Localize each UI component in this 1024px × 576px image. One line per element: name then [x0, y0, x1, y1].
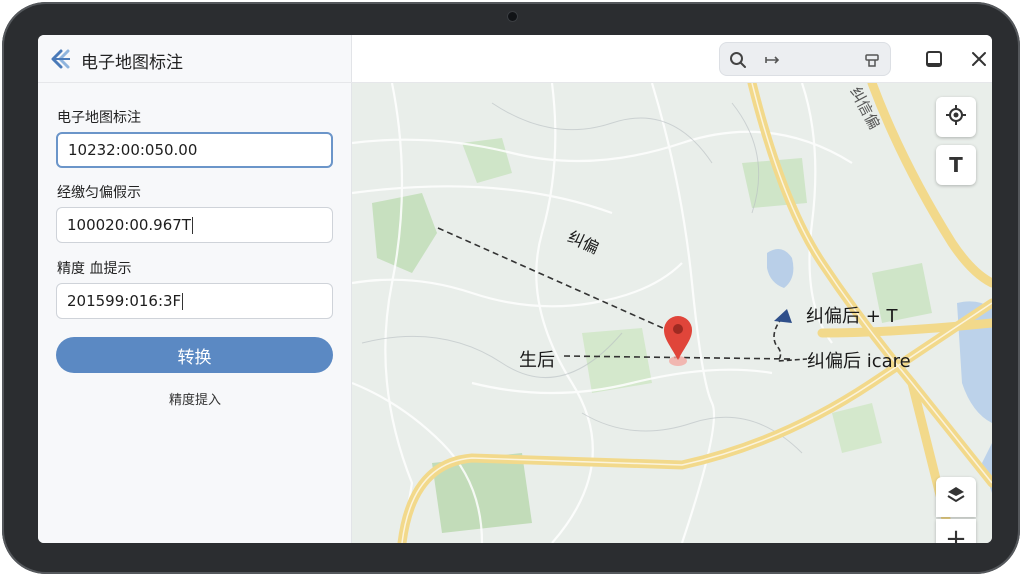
- water-area: [767, 249, 794, 288]
- layers-button[interactable]: [936, 477, 976, 517]
- map-toolbar: [352, 35, 992, 83]
- expand-arrow-icon[interactable]: [762, 50, 782, 70]
- location-pin-icon[interactable]: [664, 316, 692, 360]
- convert-button[interactable]: 转换: [56, 337, 333, 373]
- map-view[interactable]: 纠信偏 纠偏 生后 纠偏后 + T 纠偏后 icare T +: [352, 83, 992, 543]
- field-label-3: 精度 血提示: [57, 261, 132, 277]
- zoom-in-button[interactable]: +: [936, 519, 976, 543]
- coordinate-value-1: 10232:00:050.00: [68, 141, 198, 159]
- corrected-note-label: 纠偏后 icare: [807, 351, 911, 372]
- corrected-point-label: 纠偏后 + T: [806, 306, 898, 327]
- coordinate-input-1[interactable]: 10232:00:050.00: [56, 132, 333, 168]
- corrected-leader-line: [773, 317, 808, 362]
- direction-arrow-icon: [774, 309, 792, 323]
- layers-icon: [945, 484, 967, 510]
- pin-center: [673, 324, 683, 334]
- front-camera: [508, 12, 517, 21]
- field-label-2: 经缴匀偏假示: [57, 185, 141, 201]
- app-header: 电子地图标注: [38, 35, 352, 83]
- window-icon[interactable]: [922, 47, 946, 71]
- coordinate-input-2[interactable]: 100020:00.967T: [56, 207, 333, 243]
- offset-leader-line: [437, 227, 675, 334]
- coordinate-value-2: 100020:00.967T: [67, 216, 191, 234]
- original-point-label: 生后: [519, 350, 555, 371]
- double-arrow-logo-icon: [49, 48, 71, 70]
- locate-icon: [945, 104, 967, 130]
- lock-icon[interactable]: [862, 50, 882, 70]
- park-area: [372, 193, 437, 273]
- app-screen: 电子地图标注 电子地图标注 10232:00:050.00 经缴匀偏假示 100…: [38, 35, 992, 543]
- app-title: 电子地图标注: [81, 53, 183, 73]
- text-caret: [182, 292, 184, 310]
- tablet-device: 电子地图标注 电子地图标注 10232:00:050.00 经缴匀偏假示 100…: [2, 2, 1020, 574]
- park-area: [832, 403, 882, 453]
- locate-button[interactable]: [936, 97, 976, 137]
- text-tool-button[interactable]: T: [936, 145, 976, 185]
- coordinate-value-3: 201599:016:3F: [67, 292, 182, 310]
- precision-link[interactable]: 精度提入: [38, 389, 352, 408]
- field-label-1: 电子地图标注: [57, 110, 141, 126]
- close-icon[interactable]: [967, 47, 991, 71]
- coordinate-input-3[interactable]: 201599:016:3F: [56, 283, 333, 319]
- search-bar[interactable]: [719, 42, 891, 76]
- text-caret: [191, 216, 193, 234]
- side-panel: 电子地图标注 电子地图标注 10232:00:050.00 经缴匀偏假示 100…: [38, 35, 352, 543]
- search-icon[interactable]: [728, 50, 748, 70]
